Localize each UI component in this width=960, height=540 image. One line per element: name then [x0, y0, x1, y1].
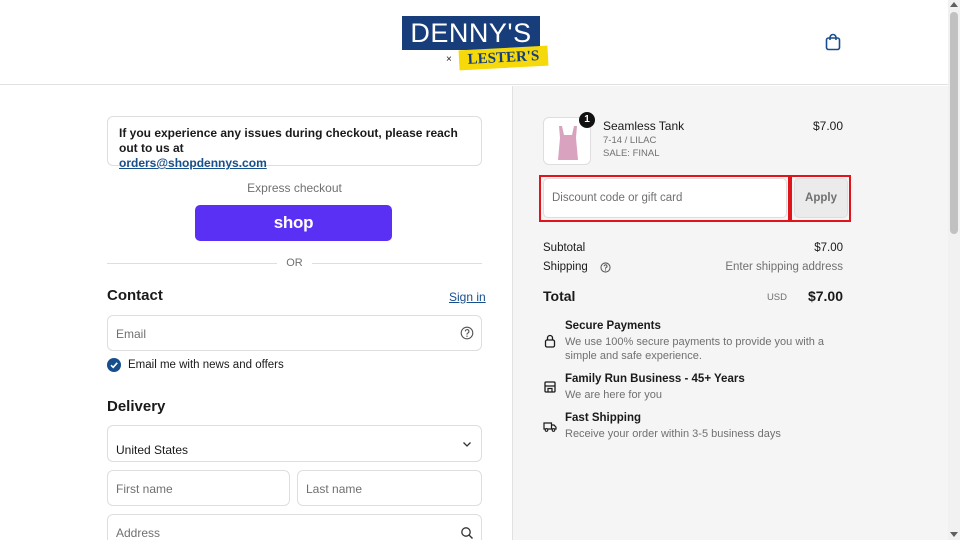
support-notice: If you experience any issues during chec…	[107, 116, 482, 170]
or-divider: OR	[107, 257, 482, 269]
help-circle-icon[interactable]	[460, 326, 474, 340]
total-label: Total	[543, 288, 576, 304]
feature-description: We are here for you	[565, 389, 663, 401]
brand-logo[interactable]: DENNY'S × LESTER'S	[402, 16, 550, 72]
feature-description: Receive your order within 3-5 business d…	[565, 428, 781, 440]
shopping-bag-icon[interactable]	[824, 33, 842, 51]
store-icon	[544, 381, 556, 393]
feature-title: Fast Shipping	[565, 412, 642, 424]
total-row: Total $7.00 USD	[543, 288, 843, 308]
scroll-up-arrow-icon[interactable]	[950, 2, 958, 7]
email-placeholder: Email	[116, 327, 147, 341]
product-variant: 7-14 / LILAC	[603, 135, 657, 146]
logo-dennys-text: DENNY'S	[402, 16, 540, 50]
divider-line-right	[312, 263, 482, 264]
feature-description: We use 100% secure payments to provide y…	[565, 336, 825, 362]
logo-x-text: ×	[446, 54, 452, 65]
scroll-thumb[interactable]	[950, 12, 958, 234]
truck-icon	[543, 422, 557, 432]
first-name-placeholder: First name	[116, 482, 173, 496]
feature-title: Secure Payments	[565, 320, 661, 332]
contact-heading: Contact	[107, 287, 163, 304]
last-name-placeholder: Last name	[306, 482, 363, 496]
search-icon[interactable]	[460, 526, 474, 540]
subtotal-value: $7.00	[814, 242, 843, 254]
chevron-down-icon	[463, 442, 471, 447]
address-placeholder: Address	[116, 526, 161, 540]
feature-title: Family Run Business - 45+ Years	[565, 373, 745, 385]
order-summary-panel: 1 Seamless Tank 7-14 / LILAC SALE: FINAL…	[512, 86, 948, 540]
sign-in-link[interactable]: Sign in	[449, 290, 486, 304]
product-sale-note: SALE: FINAL	[603, 148, 660, 159]
shipping-value: Enter shipping address	[725, 261, 843, 273]
checkmark-icon	[110, 362, 118, 369]
address-field[interactable]: Address	[107, 514, 482, 540]
last-name-field[interactable]: Last name	[297, 470, 482, 506]
newsletter-checkbox[interactable]	[107, 358, 121, 372]
site-header: DENNY'S × LESTER'S	[0, 0, 948, 85]
apply-button-highlight	[790, 175, 851, 222]
email-field[interactable]: Email	[107, 315, 482, 351]
scroll-down-arrow-icon[interactable]	[950, 532, 958, 537]
country-value: United States	[116, 443, 189, 457]
product-name: Seamless Tank	[603, 119, 685, 133]
total-value: $7.00	[807, 288, 843, 304]
first-name-field[interactable]: First name	[107, 470, 290, 506]
checkout-form-panel: If you experience any issues during chec…	[0, 86, 512, 540]
feature-fast-shipping: Fast Shipping Receive your order within …	[543, 412, 853, 442]
feature-family-business: Family Run Business - 45+ Years We are h…	[543, 373, 853, 403]
help-circle-icon[interactable]	[600, 262, 611, 273]
subtotal-label: Subtotal	[543, 242, 586, 254]
logo-lesters-text: LESTER'S	[458, 45, 549, 71]
delivery-heading: Delivery	[107, 398, 166, 415]
product-price: $7.00	[812, 119, 843, 133]
page-scrollbar[interactable]	[948, 0, 960, 540]
newsletter-label: Email me with news and offers	[128, 359, 284, 371]
feature-secure-payments: Secure Payments We use 100% secure payme…	[543, 320, 853, 362]
shipping-label: Shipping	[543, 261, 588, 273]
discount-input-highlight	[539, 175, 790, 222]
country-select[interactable]: United States	[107, 425, 482, 462]
currency-code: USD	[766, 292, 787, 303]
express-checkout-label: Express checkout	[247, 181, 342, 195]
lock-icon	[544, 334, 556, 348]
support-email-link[interactable]: orders@shopdennys.com	[119, 156, 267, 170]
support-notice-text: If you experience any issues during chec…	[119, 126, 458, 155]
quantity-badge: 1	[579, 112, 595, 128]
shop-pay-button[interactable]: shop	[195, 205, 392, 241]
